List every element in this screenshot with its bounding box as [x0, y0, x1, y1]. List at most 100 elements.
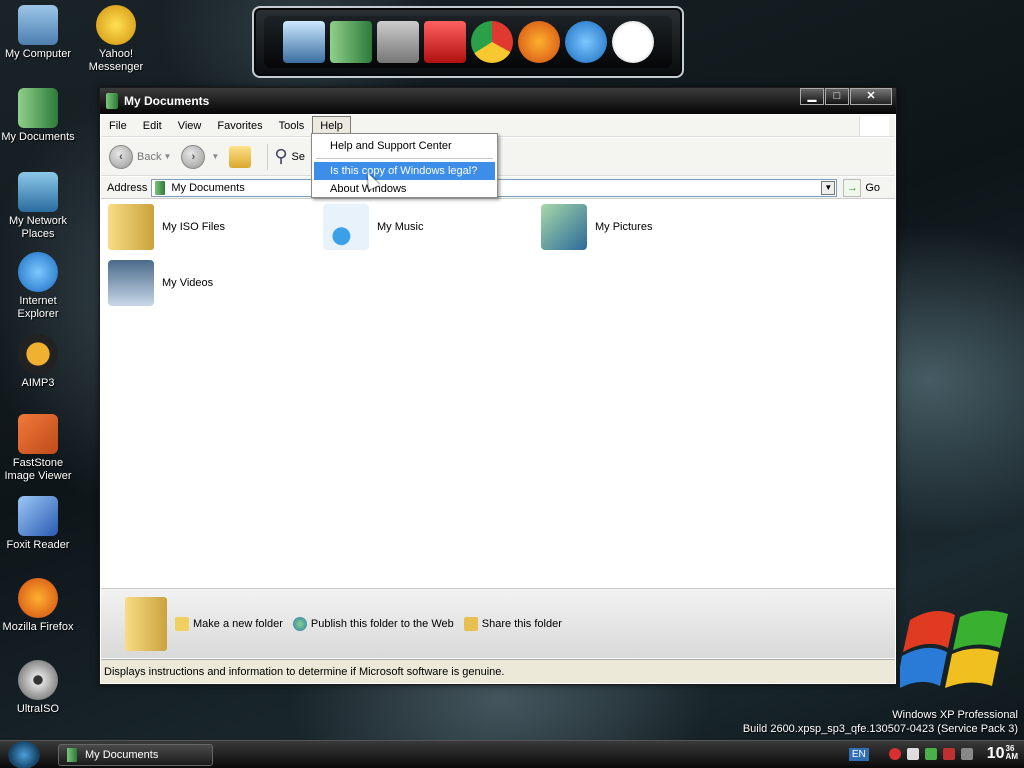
back-arrow-icon: ‹	[109, 144, 133, 169]
security-icon[interactable]	[888, 748, 901, 760]
language-indicator[interactable]: EN	[848, 747, 869, 761]
os-edition: Windows XP Professional	[892, 709, 1018, 721]
back-button[interactable]: ‹ Back ▼	[109, 144, 171, 169]
search-icon[interactable]: ⚲	[274, 146, 287, 167]
firefox-icon	[18, 578, 58, 618]
desktop-icon-label: UltraISO	[16, 703, 60, 715]
desktop-icon-label: FastStone Image Viewer	[4, 457, 72, 482]
status-text: Displays instructions and information to…	[104, 665, 505, 678]
documents-icon[interactable]	[329, 21, 372, 63]
window-title: My Documents	[124, 94, 210, 108]
volume-icon[interactable]	[906, 748, 919, 760]
computer-icon	[18, 5, 58, 45]
faststone-icon	[18, 414, 58, 454]
desktop-icon-foxit-reader[interactable]: Foxit Reader	[0, 496, 76, 552]
close-button[interactable]: ✕	[850, 88, 892, 105]
desktop-icon-aimp3[interactable]: AIMP3	[0, 334, 76, 390]
desktop-icon-yahoo-messenger[interactable]: Yahoo! Messenger	[78, 5, 154, 74]
monitor-icon[interactable]	[282, 21, 325, 63]
publish-folder-link[interactable]: Publish this folder to the Web	[292, 616, 454, 631]
desktop-icon-my-network-places[interactable]: My Network Places	[0, 172, 76, 241]
folder-icon	[108, 204, 154, 250]
aimp3-icon	[18, 334, 58, 374]
search-button-label[interactable]: Se	[292, 151, 305, 163]
desktop-icon-my-computer[interactable]: My Computer	[0, 5, 76, 61]
menu-tools[interactable]: Tools	[271, 116, 313, 136]
menu-item-windows-legal[interactable]: Is this copy of Windows legal?	[314, 162, 495, 180]
go-label: Go	[865, 181, 881, 194]
chevron-down-icon[interactable]: ▼	[821, 180, 836, 195]
desktop-icon-mozilla-firefox[interactable]: Mozilla Firefox	[0, 578, 76, 634]
desktop-icon-ultraiso[interactable]: UltraISO	[0, 660, 76, 716]
taskbar-item-label: My Documents	[85, 749, 159, 761]
desktop-icon-faststone[interactable]: FastStone Image Viewer	[0, 414, 76, 483]
recycle-bin-icon[interactable]	[423, 21, 466, 63]
clock-ampm: AM	[1005, 752, 1018, 761]
menu-item-about-windows[interactable]: About Windows	[314, 180, 495, 198]
file-item-my-pictures[interactable]: My Pictures	[541, 204, 652, 250]
desktop-icon-my-documents[interactable]: My Documents	[0, 88, 76, 144]
help-menu-dropdown: Help and Support Center Is this copy of …	[311, 133, 498, 198]
minimize-button[interactable]: ▁	[800, 88, 824, 105]
desktop-icon-label: My Documents	[1, 131, 75, 143]
forward-button[interactable]: › ▼	[181, 144, 219, 169]
shield-icon[interactable]	[942, 748, 955, 760]
file-item-my-music[interactable]: My Music	[323, 204, 423, 250]
address-value: My Documents	[171, 181, 245, 194]
task-label: Share this folder	[481, 617, 562, 630]
menu-view[interactable]: View	[170, 116, 210, 136]
explorer-window: My Documents ▁ □ ✕ File Edit View Favori…	[99, 87, 897, 685]
documents-icon	[18, 88, 58, 128]
chevron-down-icon[interactable]: ▼	[211, 152, 219, 161]
documents-icon	[67, 748, 77, 762]
system-tray: EN 10 36 AM	[848, 745, 1018, 763]
menu-favorites[interactable]: Favorites	[209, 116, 270, 136]
internet-explorer-icon	[18, 252, 58, 292]
go-button[interactable]: → Go	[843, 178, 881, 197]
chevron-down-icon[interactable]: ▼	[163, 152, 171, 161]
desktop-icon-label: Mozilla Firefox	[2, 621, 74, 633]
share-folder-link[interactable]: Share this folder	[463, 616, 562, 631]
videos-icon	[108, 260, 154, 306]
maximize-button[interactable]: □	[825, 88, 849, 105]
documents-icon	[155, 180, 166, 195]
toolbar: ‹ Back ▼ › ▼ ⚲ Se	[101, 138, 895, 176]
folder-icon	[125, 596, 167, 651]
settings-icon[interactable]	[376, 21, 419, 63]
os-build: Build 2600.xpsp_sp3_qfe.130507-0423 (Ser…	[742, 723, 1018, 735]
desktop-icon-label: AIMP3	[21, 377, 55, 389]
desktop-icon-label: My Computer	[4, 48, 72, 60]
menu-item-help-support[interactable]: Help and Support Center	[314, 137, 495, 155]
firefox-icon[interactable]	[517, 21, 560, 63]
desktop-icon-internet-explorer[interactable]: Internet Explorer	[0, 252, 76, 321]
taskbar-item-my-documents[interactable]: My Documents	[58, 744, 213, 766]
menu-file[interactable]: File	[101, 116, 135, 136]
start-button[interactable]	[8, 741, 40, 768]
back-label: Back	[137, 150, 162, 163]
clock-icon[interactable]	[611, 21, 654, 63]
windows-logo-icon	[859, 116, 889, 136]
folder-up-icon[interactable]	[229, 145, 252, 168]
dock	[252, 6, 684, 78]
menu-edit[interactable]: Edit	[135, 116, 170, 136]
clock[interactable]: 10 36 AM	[987, 745, 1018, 763]
connection-icon[interactable]	[960, 748, 973, 760]
chrome-icon[interactable]	[470, 21, 513, 63]
file-item-my-iso-files[interactable]: My ISO Files	[108, 204, 225, 250]
desktop-icon-label: Internet Explorer	[17, 295, 59, 320]
menu-divider	[316, 158, 493, 159]
go-arrow-icon: →	[843, 178, 862, 197]
yahoo-messenger-icon	[96, 5, 136, 45]
desktop-icon-label: Yahoo! Messenger	[88, 48, 144, 73]
pictures-icon	[541, 204, 587, 250]
build-info: Windows XP Professional Build 2600.xpsp_…	[743, 708, 1018, 736]
network-icon[interactable]	[924, 748, 937, 760]
file-item-my-videos[interactable]: My Videos	[108, 260, 213, 306]
share-folder-icon	[463, 616, 478, 631]
ultraiso-icon	[18, 660, 58, 700]
title-bar[interactable]: My Documents ▁ □ ✕	[100, 88, 896, 114]
make-new-folder-link[interactable]: Make a new folder	[175, 616, 283, 631]
documents-icon	[106, 93, 118, 109]
file-name: My Videos	[162, 277, 214, 289]
internet-explorer-icon[interactable]	[564, 21, 607, 63]
